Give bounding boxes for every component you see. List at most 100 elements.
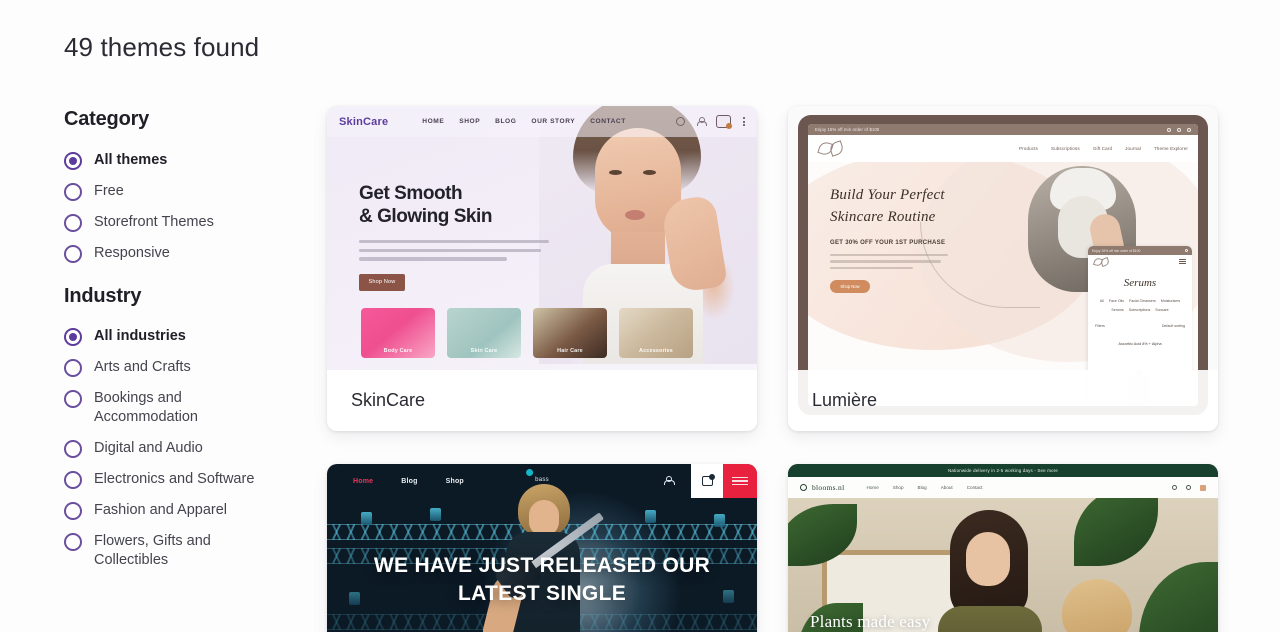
mobile-product-name: Ascorbic Acid 8% + Alpha [1118, 342, 1162, 346]
radio-label: All themes [94, 152, 168, 168]
radio-indicator[interactable] [64, 471, 82, 489]
woman-figure [930, 509, 1050, 632]
category-tile-label: Accessories [639, 348, 673, 354]
radio-label: Bookings and Accommodation [94, 390, 198, 425]
radio-option-electronics-and-software[interactable]: Electronics and Software [64, 470, 294, 489]
radio-option-storefront-themes[interactable]: Storefront Themes [64, 213, 294, 232]
preview-hero-text: Get Smooth & Glowing Skin Shop Now [359, 182, 549, 291]
filter-chip: Moisturisers [1160, 299, 1181, 303]
hamburger-menu-icon [1179, 258, 1186, 266]
radio-indicator[interactable] [64, 390, 82, 408]
cart-button [691, 464, 723, 498]
theme-card-lumiere[interactable]: Enjoy 15% off min order of $100 Products… [788, 106, 1218, 431]
radio-indicator[interactable] [64, 328, 82, 346]
radio-indicator[interactable] [64, 245, 82, 263]
account-icon [696, 117, 707, 126]
promo-bar-icons [1167, 127, 1191, 132]
radio-label: Free [94, 183, 124, 199]
radio-label: Fashion and Apparel [94, 502, 228, 518]
preview-nav-icons [676, 115, 749, 129]
logo-text: bass [535, 477, 549, 483]
cart-icon [1200, 484, 1206, 491]
category-tile-label: Skin Care [470, 348, 498, 354]
hero-headline: WE HAVE JUST RELEASED OUR LATEST SINGLE [327, 552, 757, 608]
nav-link-blog: Blog [401, 477, 418, 485]
theme-card-plants[interactable]: Nationwide delivery in 2-5 working days … [788, 464, 1218, 632]
radio-option-fashion-and-apparel[interactable]: Fashion and Apparel [64, 501, 294, 520]
logo-text: blooms.nl [812, 483, 845, 492]
radio-option-responsive[interactable]: Responsive [64, 244, 294, 263]
radio-option-digital-and-audio[interactable]: Digital and Audio [64, 439, 294, 458]
child-figure [1046, 579, 1150, 632]
nav-link-shop: Shop [445, 477, 464, 485]
theme-grid: SkinCare HOME SHOP BLOG OUR STORY CONTAC… [327, 106, 1227, 632]
radio-label: Responsive [94, 245, 170, 261]
nav-link-home: Home [866, 485, 879, 490]
category-tile-label: Body Care [383, 348, 413, 354]
nav-link-gift-card: Gift Card [1092, 146, 1113, 151]
search-icon [1167, 127, 1171, 132]
radio-label: Electronics and Software [94, 471, 255, 487]
category-tile-label: Hair Care [557, 348, 583, 354]
radio-indicator[interactable] [64, 183, 82, 201]
radio-indicator[interactable] [64, 502, 82, 520]
radio-option-all-themes[interactable]: All themes [64, 151, 294, 170]
mobile-page-title: Serums [1123, 277, 1157, 289]
filter-group-title: Category [64, 108, 150, 130]
logo-text: SkinCare [339, 115, 389, 128]
category-tile: Body Care [361, 308, 435, 358]
sort-label: Default sorting [1161, 324, 1185, 328]
radio-indicator[interactable] [64, 533, 82, 551]
filter-group-industry: Industry All industries Arts and Crafts … [64, 285, 294, 570]
cart-icon [701, 474, 715, 486]
radio-indicator[interactable] [64, 214, 82, 232]
preview-navbar: blooms.nl Home Shop Blog About Contact [788, 477, 1218, 498]
theme-card-title: SkinCare [327, 370, 757, 431]
nav-link-about: About [940, 485, 953, 490]
preview-logo: SkinCare [339, 116, 388, 128]
radio-option-free[interactable]: Free [64, 182, 294, 201]
nav-link-products: Products [1019, 146, 1038, 151]
nav-link-home: Home [353, 477, 374, 485]
search-icon [1172, 485, 1177, 490]
radio-option-flowers-gifts-and-collectibles[interactable]: Flowers, Gifts and Collectibles [64, 532, 294, 570]
radio-option-all-industries[interactable]: All industries [64, 327, 294, 346]
theme-preview-plants: Nationwide delivery in 2-5 working days … [788, 464, 1218, 632]
mobile-sort-row: Filters Default sorting [1088, 324, 1192, 328]
radio-option-arts-and-crafts[interactable]: Arts and Crafts [64, 358, 294, 377]
category-tile: Hair Care [533, 308, 607, 358]
filter-group-title: Industry [64, 285, 142, 307]
promo-text: Enjoy 15% off min order of $100 [1092, 248, 1141, 253]
radio-label: Storefront Themes [94, 214, 214, 230]
filter-chip: Suncare [1155, 308, 1169, 312]
preview-nav-icons [1172, 484, 1206, 491]
nav-link-home: HOME [422, 118, 445, 125]
mobile-promo-bar: Enjoy 15% off min order of $100 [1088, 246, 1192, 255]
promo-text: Nationwide delivery in 2-5 working days … [947, 468, 1059, 473]
preview-category-tiles: Body Care Skin Care Hair Care Accessorie… [361, 308, 693, 358]
radio-option-bookings-and-accommodation[interactable]: Bookings and Accommodation [64, 389, 294, 427]
brand-mark-icon [800, 484, 807, 491]
radio-indicator[interactable] [64, 152, 82, 170]
nav-link-contact: CONTACT [590, 118, 626, 125]
filter-chip: Subscriptions [1128, 308, 1151, 312]
theme-card-skincare[interactable]: SkinCare HOME SHOP BLOG OUR STORY CONTAC… [327, 106, 757, 431]
radio-indicator[interactable] [64, 440, 82, 458]
theme-card-music[interactable]: Home Blog Shop bass WE HAVE JUST RELEASE… [327, 464, 757, 632]
account-icon [1186, 485, 1191, 490]
theme-card-title: Lumière [788, 370, 1218, 431]
preview-promo-bar: Nationwide delivery in 2-5 working days … [788, 464, 1218, 477]
radio-indicator[interactable] [64, 359, 82, 377]
hero-headline-line1: WE HAVE JUST RELEASED OUR [373, 554, 711, 577]
nav-link-subscriptions: Subscriptions [1050, 146, 1080, 151]
radio-label: Arts and Crafts [94, 359, 191, 375]
nav-link-shop: SHOP [459, 118, 481, 125]
hero-paragraph-placeholder [359, 240, 549, 261]
cart-icon [716, 115, 732, 129]
lotus-logo-icon [1094, 257, 1109, 267]
hero-cta-button: Shop Now [359, 273, 405, 291]
preview-nav-links: Home Shop Blog About Contact [867, 485, 983, 490]
tablet-screen: Enjoy 15% off min order of $100 Products… [808, 124, 1198, 406]
preview-nav-links: HOME SHOP BLOG OUR STORY CONTACT [422, 118, 626, 125]
preview-navbar: SkinCare HOME SHOP BLOG OUR STORY CONTAC… [327, 106, 757, 137]
